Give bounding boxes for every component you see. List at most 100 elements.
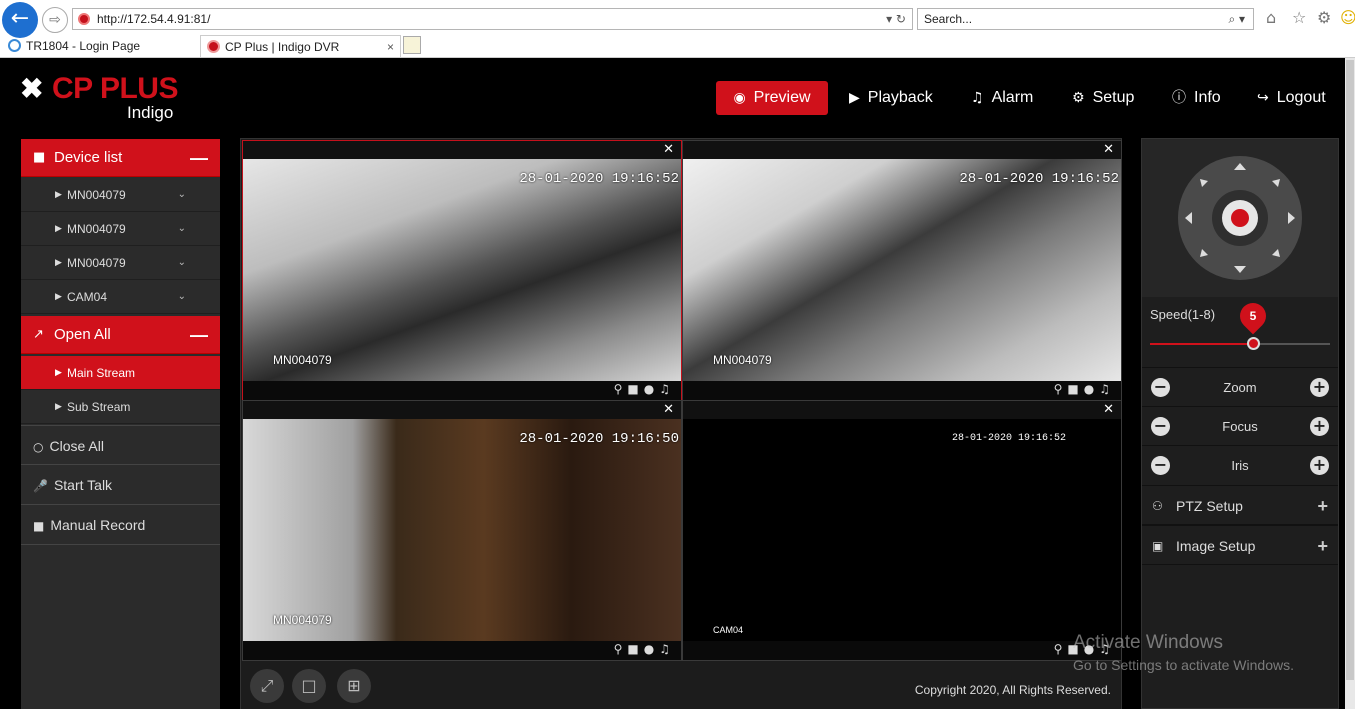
speed-label: Speed(1-8) [1150, 307, 1216, 322]
cell-toolbar: ⚲■●♫ [683, 641, 1121, 660]
scrollbar-thumb[interactable] [1346, 60, 1354, 680]
close-icon[interactable]: ✕ [1103, 402, 1114, 417]
close-icon[interactable]: ✕ [1103, 142, 1114, 157]
focus-plus-icon[interactable]: + [1310, 417, 1329, 436]
chevron-down-icon[interactable]: ⌄ [178, 246, 186, 280]
chevron-down-icon[interactable]: ⌄ [178, 280, 186, 314]
device-item[interactable]: ▶ MN004079 ⌄ [21, 212, 220, 246]
tab-login-page[interactable]: TR1804 - Login Page [2, 35, 198, 57]
nav-setup[interactable]: ⚙ Setup [1072, 81, 1134, 115]
close-icon[interactable]: ✕ [663, 402, 674, 417]
device-list-label: Device list [54, 149, 123, 166]
new-tab-button[interactable] [403, 36, 421, 54]
expand-plus-icon[interactable]: + [1317, 526, 1328, 566]
logout-icon: ↪ [1257, 90, 1269, 106]
cell-header: ✕ [683, 141, 1121, 159]
ptz-setup-section[interactable]: ⚇ PTZ Setup + [1142, 485, 1338, 525]
home-icon[interactable]: ⌂ [1266, 8, 1276, 27]
device-list-header[interactable]: ■ Device list — [21, 139, 220, 177]
zoom-label: Zoom [1223, 380, 1257, 395]
tab-indigo-dvr[interactable]: CP Plus | Indigo DVR × [200, 35, 401, 57]
eye-icon: ◉ [733, 90, 746, 106]
bell-icon: ♫ [971, 90, 984, 106]
cell-tools-icons[interactable]: ⚲■●♫ [614, 382, 675, 396]
focus-control: − Focus + [1142, 406, 1338, 445]
single-view-icon[interactable]: □ [292, 669, 326, 703]
open-all-header[interactable]: ↗ Open All — [21, 316, 220, 354]
cell-tools-icons[interactable]: ⚲■●♫ [614, 642, 675, 656]
ptz-direction-pad[interactable] [1142, 139, 1338, 297]
quad-view-icon[interactable]: ⊞ [337, 669, 371, 703]
cell-tools-icons[interactable]: ⚲■●♫ [1054, 382, 1115, 396]
device-label: MN004079 [67, 188, 126, 202]
nav-info[interactable]: ⓘ Info [1172, 81, 1221, 115]
brand-logo: ✖ CP PLUS [20, 72, 178, 106]
iris-plus-icon[interactable]: + [1310, 456, 1329, 475]
smiley-icon[interactable]: ☺ [1340, 8, 1355, 27]
ptz-joystick [1142, 139, 1338, 297]
page-scrollbar[interactable] [1345, 58, 1355, 709]
start-talk-label: Start Talk [53, 477, 113, 493]
caret-right-icon: ▶ [55, 258, 62, 268]
zoom-out-minus-icon[interactable]: − [1151, 378, 1170, 397]
close-all-button[interactable]: ○ Close All [21, 425, 220, 465]
nav-label: Setup [1092, 89, 1135, 106]
video-cell[interactable]: ✕ 28-01-2020 19:16:52 MN004079 ⚲■●♫ [682, 140, 1122, 401]
iris-minus-icon[interactable]: − [1151, 456, 1170, 475]
circle-icon: ○ [33, 440, 44, 454]
start-talk-button[interactable]: 🎤 Start Talk [21, 465, 220, 505]
address-bar[interactable]: http://172.54.4.91:81/ ▾ ↻ [72, 8, 913, 30]
collapse-icon[interactable]: — [190, 316, 208, 354]
expand-plus-icon[interactable]: + [1317, 486, 1328, 526]
settings-gear-icon[interactable]: ⚙ [1317, 8, 1331, 27]
cell-header: ✕ [243, 401, 681, 419]
manual-record-button[interactable]: ■ Manual Record [21, 505, 220, 545]
close-tab-icon[interactable]: × [387, 36, 394, 58]
cell-toolbar: ⚲■●♫ [243, 381, 681, 400]
stream-sub[interactable]: ▶ Sub Stream [21, 390, 220, 424]
video-cell[interactable]: ✕ 28-01-2020 19:16:52 CAM04 ⚲■●♫ [682, 400, 1122, 661]
image-setup-section[interactable]: ▣ Image Setup + [1142, 525, 1338, 565]
video-feed[interactable]: 28-01-2020 19:16:52 CAM04 [683, 419, 1121, 643]
activate-windows-title: Activate Windows [1073, 632, 1223, 653]
video-cell[interactable]: ✕ 28-01-2020 19:16:52 MN004079 ⚲■●♫ [242, 140, 682, 401]
speed-slider-handle[interactable] [1247, 337, 1260, 350]
nav-logout[interactable]: ↪ Logout [1257, 81, 1326, 115]
back-arrow-icon[interactable]: ← [2, 2, 38, 38]
video-feed[interactable]: 28-01-2020 19:16:52 MN004079 [243, 159, 681, 383]
fullscreen-icon[interactable]: ⤢ [250, 669, 284, 703]
chevron-down-icon[interactable]: ⌄ [178, 178, 186, 212]
search-icon[interactable]: ⌕ ▾ [1228, 9, 1245, 29]
device-item[interactable]: ▶ CAM04 ⌄ [21, 280, 220, 314]
device-label: CAM04 [67, 290, 108, 304]
nav-preview[interactable]: ◉ Preview [716, 81, 828, 115]
browser-chrome: ← ⇨ http://172.54.4.91:81/ ▾ ↻ Search...… [0, 0, 1355, 58]
zoom-in-plus-icon[interactable]: + [1310, 378, 1329, 397]
device-item[interactable]: ▶ MN004079 ⌄ [21, 246, 220, 280]
forward-arrow-icon[interactable]: ⇨ [42, 7, 68, 33]
nav-alarm[interactable]: ♫ Alarm [971, 81, 1033, 115]
collapse-icon[interactable]: — [190, 139, 208, 177]
focus-minus-icon[interactable]: − [1151, 417, 1170, 436]
stream-main[interactable]: ▶ Main Stream [21, 356, 220, 390]
left-panel: ■ Device list — ▶ MN004079 ⌄ ▶ MN004079 … [21, 139, 220, 709]
speed-slider[interactable]: 5 [1150, 297, 1330, 350]
tab-label: CP Plus | Indigo DVR [225, 40, 340, 54]
device-item[interactable]: ▶ MN004079 ⌄ [21, 178, 220, 212]
manual-record-label: Manual Record [50, 517, 146, 533]
video-feed[interactable]: 28-01-2020 19:16:52 MN004079 [683, 159, 1121, 383]
camera-name: MN004079 [713, 353, 772, 367]
zoom-control: − Zoom + [1142, 367, 1338, 406]
caret-right-icon: ▶ [55, 190, 62, 200]
address-controls[interactable]: ▾ ↻ [886, 9, 906, 29]
close-icon[interactable]: ✕ [663, 142, 674, 157]
chevron-down-icon[interactable]: ⌄ [178, 212, 186, 246]
gamepad-icon: ⚇ [1152, 499, 1163, 513]
nav-playback[interactable]: ▶ Playback [849, 81, 933, 115]
video-cell[interactable]: ✕ 28-01-2020 19:16:50 MN004079 ⚲■●♫ [242, 400, 682, 661]
cp-plus-logo-mark-icon: ✖ [20, 73, 43, 104]
search-input[interactable]: Search... ⌕ ▾ [917, 8, 1254, 30]
gear-icon: ⚙ [1072, 90, 1085, 106]
favorites-star-icon[interactable]: ☆ [1292, 8, 1306, 27]
video-feed[interactable]: 28-01-2020 19:16:50 MN004079 [243, 419, 681, 643]
